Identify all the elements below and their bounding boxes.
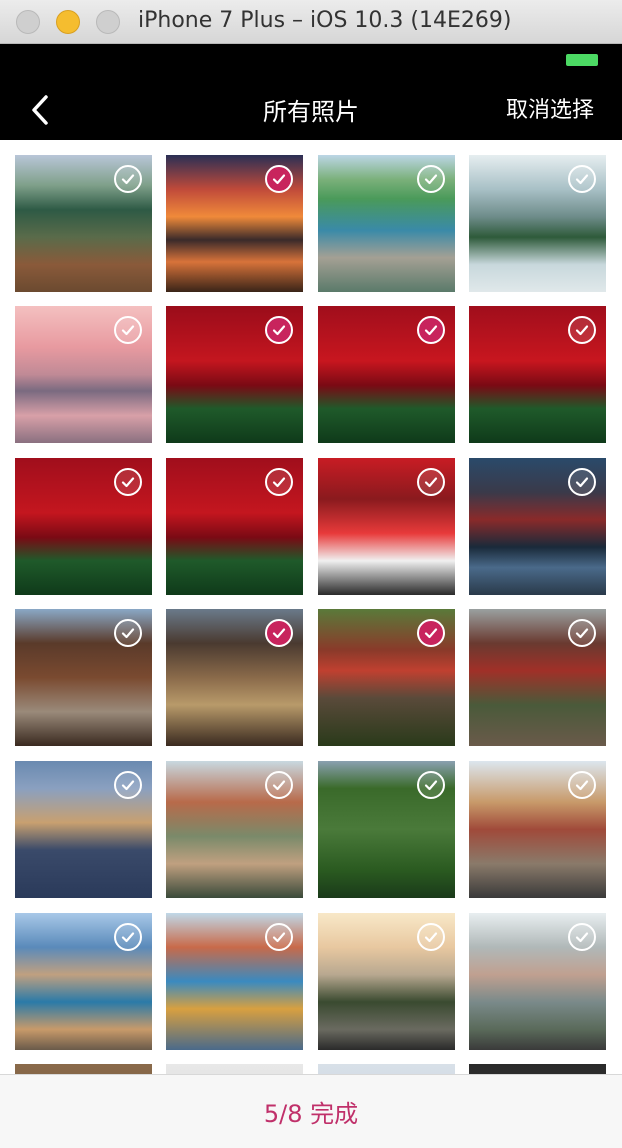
checkmark-icon[interactable]: [265, 468, 293, 496]
photo-thumbnail[interactable]: [166, 1064, 303, 1074]
checkmark-icon[interactable]: [417, 468, 445, 496]
bottom-toolbar: 5/8 完成: [0, 1074, 622, 1148]
status-bar: [0, 44, 622, 80]
photo-thumbnail[interactable]: [15, 155, 152, 292]
checkmark-selected-icon[interactable]: [265, 165, 293, 193]
checkmark-icon[interactable]: [114, 316, 142, 344]
photo-thumbnail[interactable]: [166, 761, 303, 898]
checkmark-icon[interactable]: [568, 771, 596, 799]
photo-thumbnail[interactable]: [469, 761, 606, 898]
photo-thumbnail[interactable]: [469, 306, 606, 443]
photo-thumbnail[interactable]: [166, 913, 303, 1050]
checkmark-icon[interactable]: [568, 619, 596, 647]
photo-thumbnail[interactable]: [469, 155, 606, 292]
photo-thumbnail[interactable]: [15, 609, 152, 746]
checkmark-icon[interactable]: [417, 165, 445, 193]
checkmark-icon[interactable]: [114, 165, 142, 193]
simulator-window: iPhone 7 Plus – iOS 10.3 (14E269) 所有照片 取…: [0, 0, 622, 1148]
photo-thumbnail[interactable]: [318, 306, 455, 443]
photo-thumbnail[interactable]: [318, 913, 455, 1050]
photo-thumbnail[interactable]: [15, 458, 152, 595]
photo-thumbnail[interactable]: [166, 306, 303, 443]
checkmark-icon[interactable]: [568, 468, 596, 496]
checkmark-icon[interactable]: [417, 771, 445, 799]
window-title: iPhone 7 Plus – iOS 10.3 (14E269): [138, 8, 512, 33]
checkmark-selected-icon[interactable]: [265, 316, 293, 344]
minimize-window-button[interactable]: [56, 10, 80, 34]
photo-image: [469, 1064, 606, 1074]
checkmark-icon[interactable]: [265, 923, 293, 951]
photo-thumbnail[interactable]: [15, 1064, 152, 1074]
photo-thumbnail[interactable]: [318, 458, 455, 595]
battery-icon: [566, 54, 598, 66]
deselect-all-button[interactable]: 取消选择: [506, 92, 594, 124]
photo-image: [166, 1064, 303, 1074]
checkmark-selected-icon[interactable]: [265, 619, 293, 647]
window-title-bar: iPhone 7 Plus – iOS 10.3 (14E269): [0, 0, 622, 44]
checkmark-icon[interactable]: [114, 771, 142, 799]
close-window-button[interactable]: [16, 10, 40, 34]
photo-thumbnail[interactable]: [469, 458, 606, 595]
photo-thumbnail[interactable]: [469, 1064, 606, 1074]
photo-thumbnail[interactable]: [166, 609, 303, 746]
checkmark-icon[interactable]: [417, 923, 445, 951]
checkmark-selected-icon[interactable]: [417, 316, 445, 344]
checkmark-icon[interactable]: [114, 923, 142, 951]
photo-thumbnail[interactable]: [15, 306, 152, 443]
checkmark-icon[interactable]: [265, 771, 293, 799]
checkmark-icon[interactable]: [568, 316, 596, 344]
done-button[interactable]: 5/8 完成: [264, 1094, 358, 1129]
zoom-window-button[interactable]: [96, 10, 120, 34]
checkmark-icon[interactable]: [568, 165, 596, 193]
photo-grid: [0, 140, 622, 1074]
photo-thumbnail[interactable]: [318, 1064, 455, 1074]
photo-image: [15, 1064, 152, 1074]
photo-thumbnail[interactable]: [166, 458, 303, 595]
photo-thumbnail[interactable]: [469, 913, 606, 1050]
photo-image: [318, 1064, 455, 1074]
photo-thumbnail[interactable]: [15, 913, 152, 1050]
checkmark-icon[interactable]: [114, 619, 142, 647]
navigation-bar: 所有照片 取消选择: [0, 80, 622, 140]
checkmark-selected-icon[interactable]: [417, 619, 445, 647]
photo-thumbnail[interactable]: [469, 609, 606, 746]
photo-thumbnail[interactable]: [15, 761, 152, 898]
chevron-left-icon: [32, 95, 48, 125]
photo-thumbnail[interactable]: [318, 761, 455, 898]
back-button[interactable]: [20, 90, 60, 130]
checkmark-icon[interactable]: [114, 468, 142, 496]
photo-thumbnail[interactable]: [166, 155, 303, 292]
photo-thumbnail[interactable]: [318, 155, 455, 292]
checkmark-icon[interactable]: [568, 923, 596, 951]
photo-thumbnail[interactable]: [318, 609, 455, 746]
